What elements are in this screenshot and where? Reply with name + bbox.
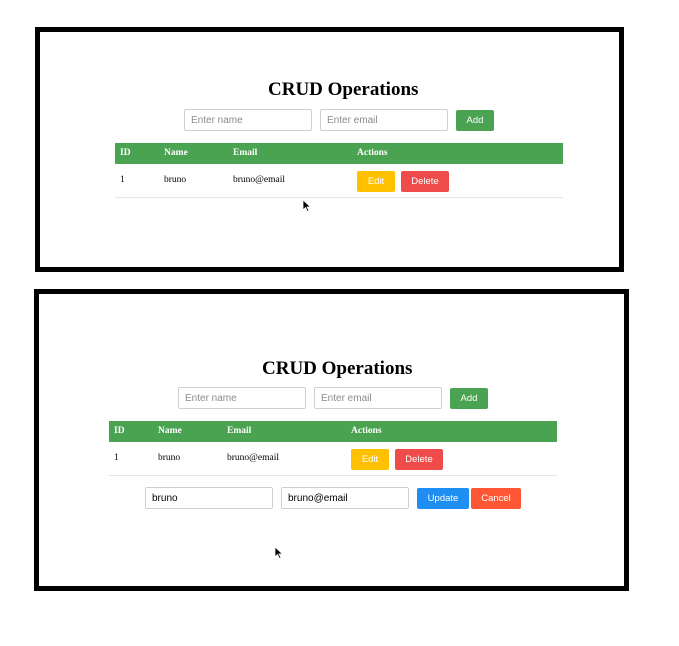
cell-id: 1: [120, 175, 125, 185]
cancel-button[interactable]: Cancel: [471, 488, 521, 509]
edit-button[interactable]: Edit: [357, 171, 395, 192]
table-header: ID Name Email Actions: [115, 143, 563, 164]
header-name: Name: [158, 426, 182, 436]
update-button[interactable]: Update: [417, 488, 469, 509]
name-input[interactable]: [178, 387, 306, 409]
header-email: Email: [233, 148, 258, 158]
header-email: Email: [227, 426, 252, 436]
header-id: ID: [114, 426, 125, 436]
cell-id: 1: [114, 453, 119, 463]
name-input[interactable]: [184, 109, 312, 131]
email-input[interactable]: [314, 387, 442, 409]
header-actions: Actions: [357, 148, 388, 158]
header-actions: Actions: [351, 426, 382, 436]
cell-name: bruno: [158, 453, 181, 463]
add-button[interactable]: Add: [450, 388, 488, 409]
edit-name-input[interactable]: [145, 487, 273, 509]
delete-button[interactable]: Delete: [401, 171, 449, 192]
table-row: 1 bruno bruno@email Edit Delete: [109, 442, 557, 476]
cell-email: bruno@email: [233, 175, 286, 185]
page-title: CRUD Operations: [268, 79, 419, 100]
header-name: Name: [164, 148, 188, 158]
table-row: 1 bruno bruno@email Edit Delete: [115, 164, 563, 198]
page-title: CRUD Operations: [262, 358, 413, 379]
cell-name: bruno: [164, 175, 187, 185]
edit-button[interactable]: Edit: [351, 449, 389, 470]
edit-email-input[interactable]: [281, 487, 409, 509]
cell-email: bruno@email: [227, 453, 280, 463]
table-header: ID Name Email Actions: [109, 421, 557, 442]
delete-button[interactable]: Delete: [395, 449, 443, 470]
screenshot-panel-initial: CRUD Operations Add ID Name Email Action…: [35, 27, 624, 272]
screenshot-panel-editing: CRUD Operations Add ID Name Email Action…: [34, 289, 629, 591]
email-input[interactable]: [320, 109, 448, 131]
header-id: ID: [120, 148, 131, 158]
add-button[interactable]: Add: [456, 110, 494, 131]
